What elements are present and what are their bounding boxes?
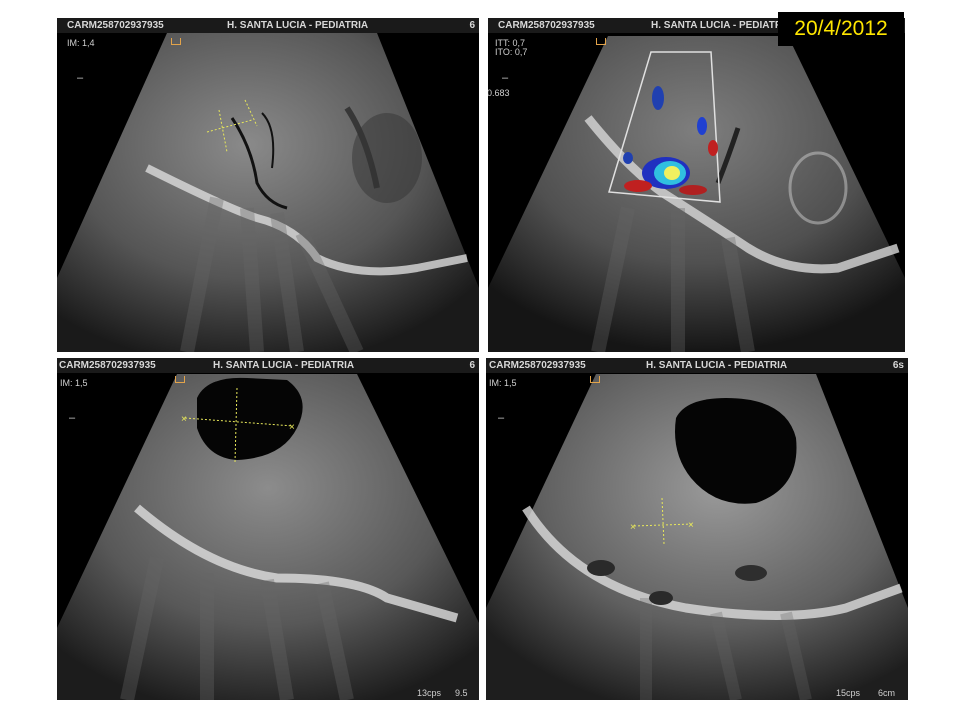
panel-header: CARM258702937935 H. SANTA LUCIA - PEDIAT… — [57, 18, 479, 33]
mode-indicator: 6s — [892, 360, 904, 371]
depth-value: 6cm — [878, 688, 896, 698]
hospital-name: H. SANTA LUCIA - PEDIATRIA — [646, 360, 788, 371]
hospital-name: H. SANTA LUCIA - PEDIATRIA — [213, 360, 355, 371]
panel-header: CARM258702937935 H. SANTA LUCIA - PEDIAT… — [57, 358, 479, 373]
ultrasound-image-color-doppler — [488, 36, 905, 352]
depth-value: 9.5 — [455, 688, 468, 698]
caliper-mark-icon: × — [688, 520, 694, 531]
depth-marker-icon: – — [502, 72, 509, 84]
im-value: IM: 1,5 — [60, 378, 88, 388]
ultrasound-panel-top-right: CARM258702937935 H. SANTA LUCIA - PEDIAT… — [488, 18, 905, 352]
ultrasound-image-cyst-bmode: × × — [57, 374, 479, 700]
frame-rate: 15cps — [836, 688, 861, 698]
patient-id: CARM258702937935 — [498, 20, 595, 31]
ultrasound-panel-bottom-left: × × CARM258702937935 H. SANTA LUCIA - PE… — [57, 358, 479, 700]
hospital-name: H. SANTA LUCIA - PEDIATRIA — [651, 20, 793, 31]
depth-marker-icon: – — [498, 412, 505, 424]
orientation-marker-icon — [590, 376, 600, 383]
caliper-mark-icon: × — [630, 522, 636, 533]
hospital-name: H. SANTA LUCIA - PEDIATRIA — [227, 20, 369, 31]
patient-id: CARM258702937935 — [67, 20, 164, 31]
orientation-marker-icon — [175, 376, 185, 383]
ultrasound-panel-bottom-right: × × CARM258702937935 H. SANTA LUCIA - PE… — [486, 358, 908, 700]
caliper-mark-icon: × — [289, 422, 295, 433]
im-value: IM: 1,4 — [67, 38, 95, 48]
ito-value: ITO: 0,7 — [495, 47, 528, 57]
patient-id: CARM258702937935 — [489, 360, 586, 371]
mode-indicator: 6 — [469, 360, 475, 371]
orientation-marker-icon — [171, 38, 181, 45]
mode-indicator: 6 — [469, 20, 475, 31]
im-value: IM: 1,5 — [489, 378, 517, 388]
ultrasound-panel-top-left: CARM258702937935 H. SANTA LUCIA - PEDIAT… — [57, 18, 479, 352]
color-scale-value: 0.683 — [488, 88, 510, 98]
depth-marker-icon: – — [69, 412, 76, 424]
study-date-label: 20/4/2012 — [778, 12, 904, 46]
orientation-marker-icon — [596, 38, 606, 45]
depth-marker-icon: – — [77, 72, 84, 84]
ultrasound-image-liver-bmode — [57, 33, 479, 352]
frame-rate: 13cps — [417, 688, 442, 698]
panel-header: CARM258702937935 H. SANTA LUCIA - PEDIAT… — [486, 358, 908, 373]
caliper-mark-icon: × — [181, 414, 187, 425]
ultrasound-image-lesion-bmode: × × — [486, 374, 908, 700]
patient-id: CARM258702937935 — [59, 360, 156, 371]
